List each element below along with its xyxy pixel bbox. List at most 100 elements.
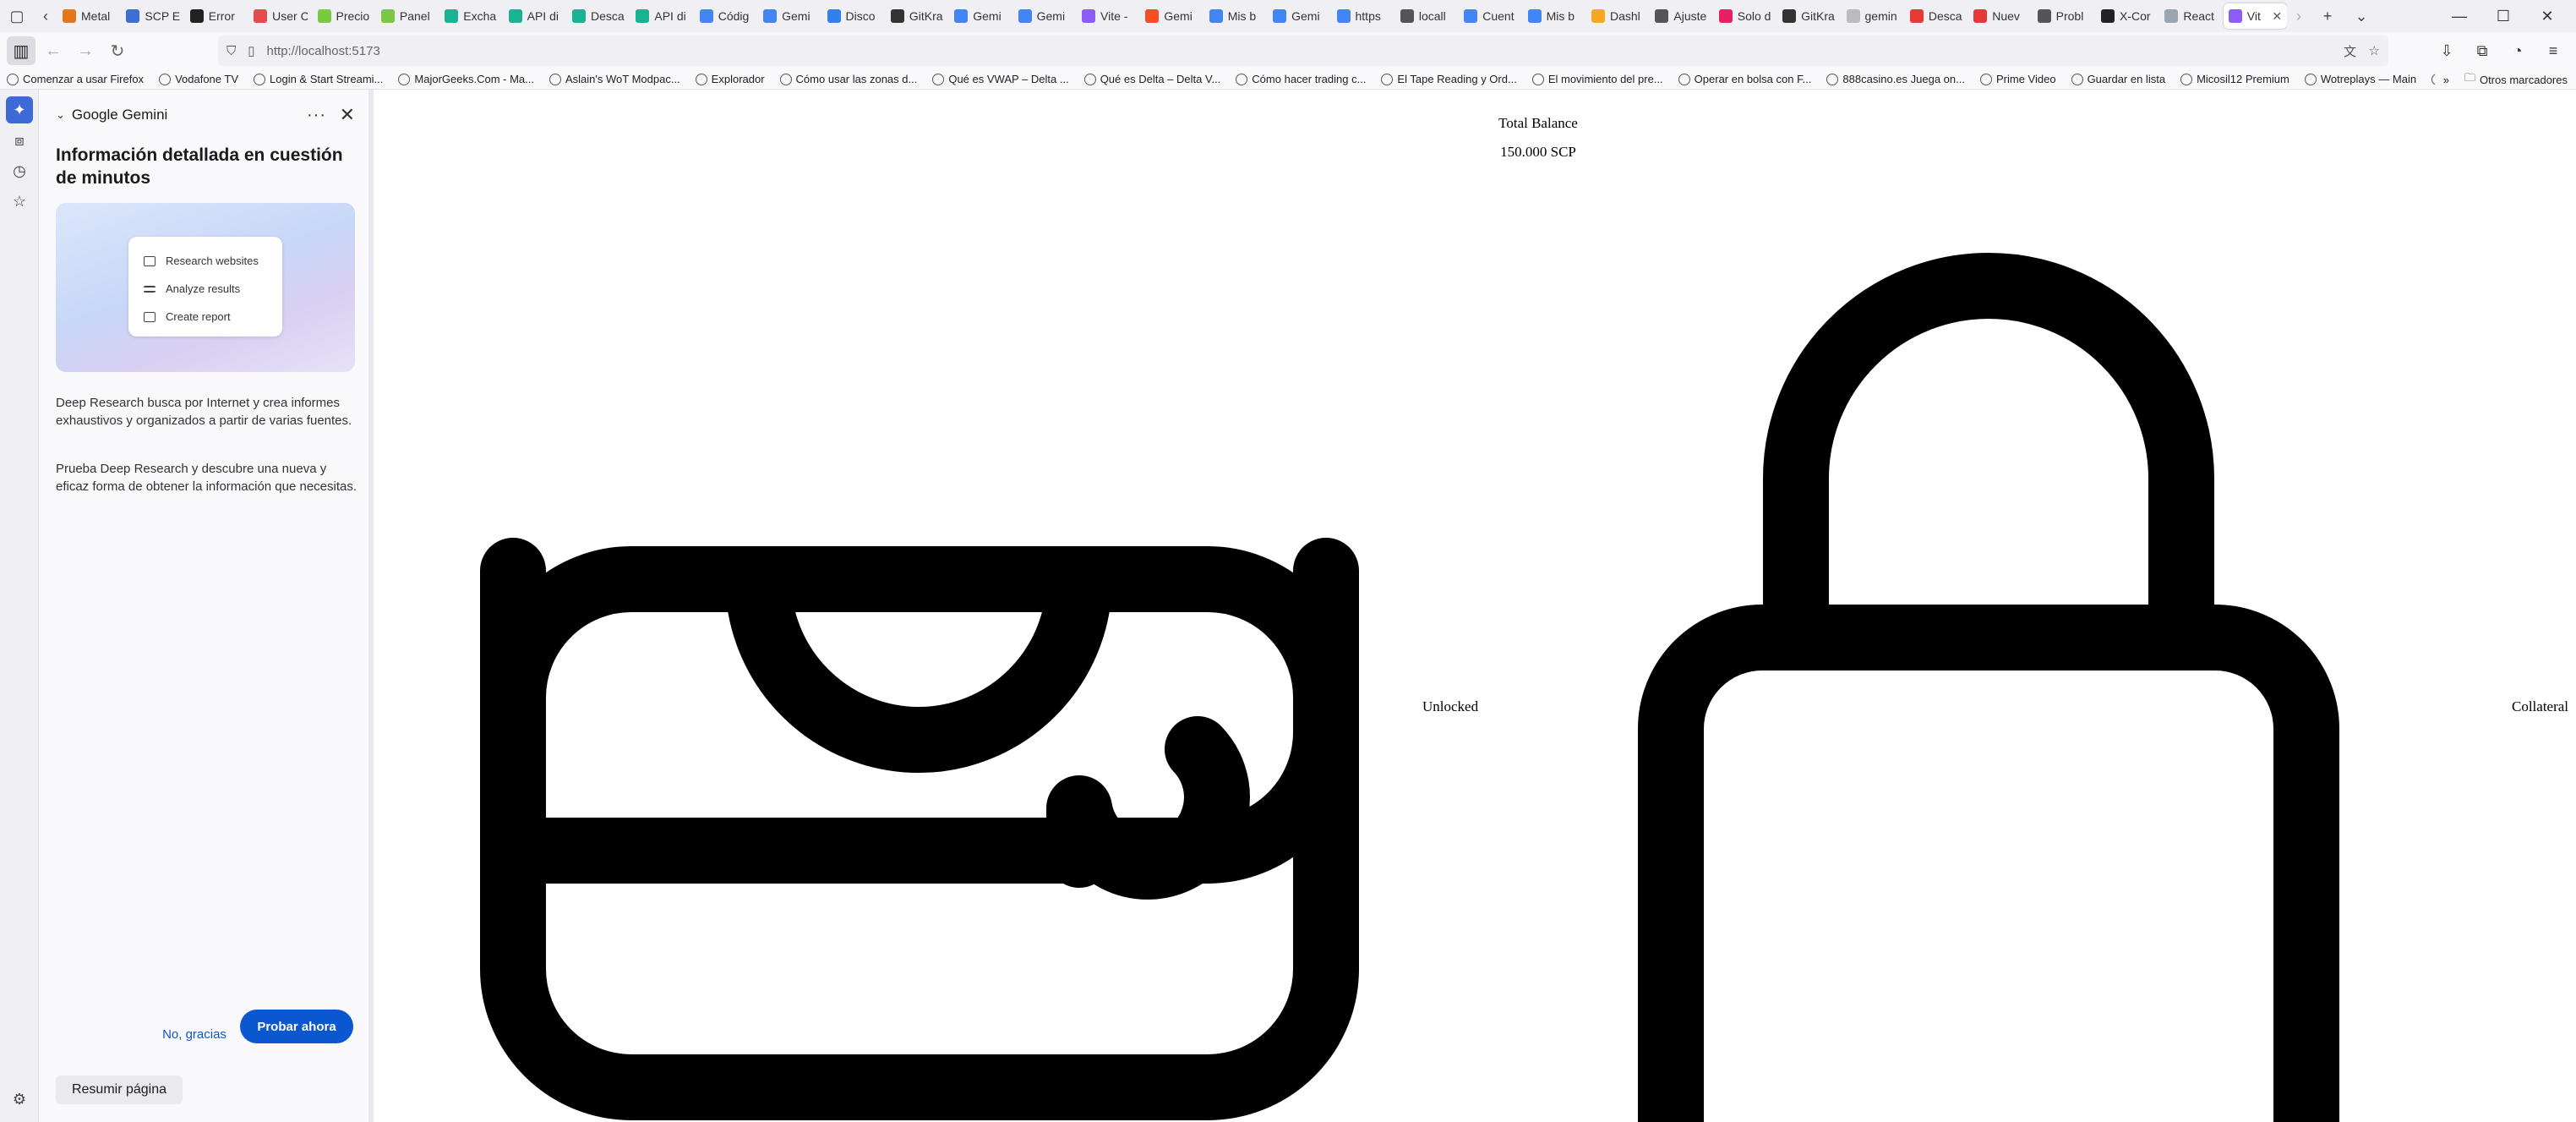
- globe-icon: [7, 73, 19, 85]
- tab[interactable]: React: [2159, 3, 2223, 29]
- tab[interactable]: Ajuste: [1650, 3, 1713, 29]
- tab[interactable]: Precio: [313, 3, 376, 29]
- url-text[interactable]: http://localhost:5173: [267, 44, 380, 58]
- bookmark-item[interactable]: Comenzar a usar Firefox: [7, 73, 144, 85]
- other-bookmarks-folder[interactable]: 🗀 Otros marcadores: [2464, 70, 2568, 89]
- tab[interactable]: SCP E: [121, 3, 184, 29]
- tab[interactable]: User C: [248, 3, 312, 29]
- tab[interactable]: GitKra: [886, 3, 949, 29]
- tab[interactable]: Gemi: [1268, 3, 1331, 29]
- history-icon[interactable]: ◷: [6, 157, 33, 184]
- tab[interactable]: Mis b: [1523, 3, 1586, 29]
- tab-scroll-right-icon[interactable]: ›: [2287, 0, 2311, 32]
- tab[interactable]: locall: [1395, 3, 1459, 29]
- bookmark-item[interactable]: Cómo hacer trading c...: [1236, 73, 1366, 85]
- close-tab-icon[interactable]: ✕: [2272, 9, 2282, 24]
- tab[interactable]: API di: [504, 3, 567, 29]
- sidebar-settings-icon[interactable]: ⚙: [6, 1086, 33, 1113]
- extensions-icon[interactable]: ⧉: [2470, 42, 2495, 60]
- tab[interactable]: Error: [185, 3, 248, 29]
- bookmark-item[interactable]: MajorGeeks.Com - Ma...: [398, 73, 534, 85]
- synced-tabs-icon[interactable]: ⧈: [6, 127, 33, 154]
- tab[interactable]: Códig: [695, 3, 758, 29]
- maximize-icon[interactable]: ☐: [2481, 8, 2525, 25]
- tomato-icon: [1973, 9, 1988, 23]
- tab[interactable]: Nuev: [1968, 3, 2032, 29]
- tab-title: Probl: [2055, 9, 2084, 23]
- globe-icon: [549, 73, 561, 85]
- bookmark-star-icon[interactable]: ☆: [2369, 43, 2380, 58]
- chevron-down-icon[interactable]: ⌄: [56, 108, 65, 122]
- bookmark-item[interactable]: Micosil12 Premium: [2180, 73, 2289, 85]
- tab-list-dropdown-icon[interactable]: ⌄: [2344, 0, 2378, 32]
- panel-header-title[interactable]: Google Gemini: [72, 107, 167, 123]
- summarize-page-button[interactable]: Resumir página: [56, 1075, 183, 1104]
- tab[interactable]: Gemi: [1140, 3, 1203, 29]
- close-window-icon[interactable]: ✕: [2525, 8, 2569, 25]
- tracking-protection-icon[interactable]: ⛉: [226, 44, 236, 58]
- minimize-icon[interactable]: —: [2437, 8, 2481, 25]
- translate-icon[interactable]: 文: [2344, 42, 2356, 60]
- bookmark-item[interactable]: Guardar en lista: [2071, 73, 2165, 85]
- tab[interactable]: Mis b: [1204, 3, 1268, 29]
- bookmark-item[interactable]: Qué es Delta – Delta V...: [1083, 73, 1220, 85]
- menu-icon[interactable]: ≡: [2541, 42, 2566, 60]
- tab[interactable]: Desca: [1905, 3, 1968, 29]
- tab[interactable]: Excha: [439, 3, 503, 29]
- tab[interactable]: Metal: [57, 3, 121, 29]
- tab-overview-icon[interactable]: ▢: [0, 0, 34, 32]
- downloads-icon[interactable]: ⇩: [2434, 42, 2459, 60]
- new-tab-icon[interactable]: +: [2311, 0, 2344, 32]
- tab[interactable]: https: [1332, 3, 1395, 29]
- address-bar[interactable]: ⛉ ▯ http://localhost:5173 文 ☆: [218, 36, 2388, 66]
- try-now-button[interactable]: Probar ahora: [240, 1010, 353, 1043]
- bookmark-item[interactable]: Explorador: [695, 73, 765, 85]
- globe-icon: [1531, 73, 1544, 85]
- page-info-icon[interactable]: ▯: [248, 43, 254, 58]
- bookmark-item[interactable]: Prime Video: [1979, 73, 2056, 85]
- tab[interactable]: Cuent: [1459, 3, 1522, 29]
- reload-icon[interactable]: ↻: [103, 36, 132, 65]
- tab[interactable]: GitKra: [1777, 3, 1841, 29]
- tab[interactable]: Vite -: [1077, 3, 1140, 29]
- back-icon[interactable]: ←: [39, 36, 68, 65]
- bookmark-item[interactable]: Qué es VWAP – Delta ...: [932, 73, 1069, 85]
- download-icon: [572, 9, 586, 23]
- bookmark-item[interactable]: Vodafone TV: [159, 73, 238, 85]
- tab[interactable]: gemin: [1842, 3, 1905, 29]
- bookmarks-icon[interactable]: ☆: [6, 188, 33, 215]
- more-options-icon[interactable]: ···: [307, 106, 326, 125]
- tab[interactable]: Panel: [376, 3, 439, 29]
- bookmark-item[interactable]: Aslain's WoT Modpac...: [549, 73, 680, 85]
- tab[interactable]: X-Cor: [2096, 3, 2159, 29]
- bookmark-item[interactable]: Wotreplays — Main: [2304, 73, 2416, 85]
- tab[interactable]: Probl: [2033, 3, 2096, 29]
- bookmark-item[interactable]: 888casino.es Juega on...: [1826, 73, 1965, 85]
- gemini-sidebar-icon[interactable]: ✦: [6, 96, 33, 123]
- bookmark-item[interactable]: Cómo usar las zonas d...: [779, 73, 917, 85]
- no-thanks-button[interactable]: No, gracias: [159, 1017, 230, 1051]
- tab-title: Desca: [1928, 9, 1962, 23]
- tab[interactable]: Desca: [567, 3, 630, 29]
- tab[interactable]: Gemi: [1013, 3, 1077, 29]
- bookmark-item[interactable]: El movimiento del pre...: [1531, 73, 1663, 85]
- tab[interactable]: Gemi: [949, 3, 1012, 29]
- tab-scroll-left-icon[interactable]: ‹: [34, 0, 57, 32]
- sidebar-toggle-icon[interactable]: ▥: [7, 36, 35, 65]
- close-panel-icon[interactable]: ✕: [340, 104, 355, 126]
- tab[interactable]: Gemi: [758, 3, 821, 29]
- bookmark-item[interactable]: Login & Start Streami...: [254, 73, 383, 85]
- tab[interactable]: Solo d: [1714, 3, 1777, 29]
- tab[interactable]: Disco: [822, 3, 886, 29]
- vscode-icon: [827, 9, 841, 23]
- bookmark-item[interactable]: El Tape Reading y Ord...: [1381, 73, 1517, 85]
- tab-title: Nuev: [1992, 9, 2020, 23]
- tab[interactable]: Dashl: [1586, 3, 1650, 29]
- bookmark-item[interactable]: Operar en bolsa con F...: [1678, 73, 1811, 85]
- account-icon[interactable]: ◔: [2505, 42, 2530, 60]
- promo-item: Analyze results: [144, 275, 282, 303]
- tab-active[interactable]: Vit ✕: [2223, 3, 2287, 29]
- forward-icon[interactable]: →: [71, 36, 100, 65]
- bookmarks-overflow-icon[interactable]: »: [2443, 74, 2449, 86]
- tab[interactable]: API di: [630, 3, 694, 29]
